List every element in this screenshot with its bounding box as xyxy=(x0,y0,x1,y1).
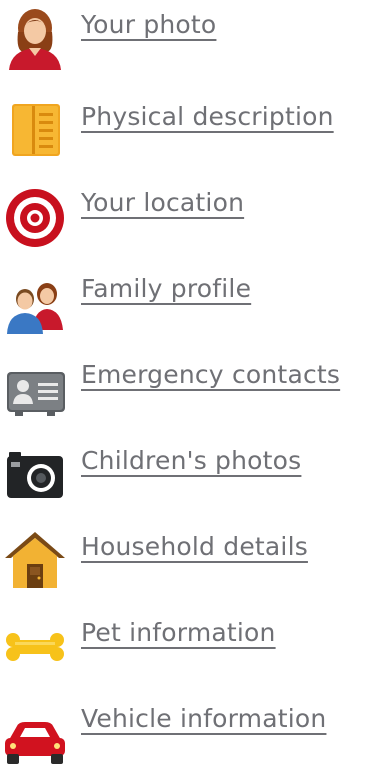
menu-item-label[interactable]: Children's photos xyxy=(81,446,301,476)
menu-item-emergency-contacts[interactable]: Emergency contacts xyxy=(0,344,388,416)
woman-avatar-icon xyxy=(3,6,67,70)
house-icon xyxy=(3,528,67,592)
profile-menu: Your photo Physical description Your loc… xyxy=(0,0,388,764)
target-icon xyxy=(3,186,67,250)
menu-item-label[interactable]: Your location xyxy=(81,188,244,218)
menu-item-your-photo[interactable]: Your photo xyxy=(0,0,388,70)
family-icon xyxy=(3,272,67,336)
menu-item-pet-information[interactable]: Pet information xyxy=(0,602,388,672)
menu-item-label[interactable]: Pet information xyxy=(81,618,276,648)
menu-item-label[interactable]: Vehicle information xyxy=(81,704,326,734)
menu-item-label[interactable]: Your photo xyxy=(81,10,216,40)
menu-item-physical-description[interactable]: Physical description xyxy=(0,86,388,156)
menu-item-your-location[interactable]: Your location xyxy=(0,172,388,247)
contact-card-icon xyxy=(3,356,67,420)
bone-icon xyxy=(3,614,67,678)
notepad-icon xyxy=(3,96,67,160)
menu-item-label[interactable]: Family profile xyxy=(81,274,251,304)
menu-item-family-profile[interactable]: Family profile xyxy=(0,258,388,334)
menu-item-label[interactable]: Physical description xyxy=(81,102,334,132)
menu-item-label[interactable]: Household details xyxy=(81,532,308,562)
menu-item-label[interactable]: Emergency contacts xyxy=(81,360,340,390)
menu-item-vehicle-information[interactable]: Vehicle information xyxy=(0,688,388,764)
car-icon xyxy=(3,704,67,768)
menu-item-household-details[interactable]: Household details xyxy=(0,516,388,588)
menu-item-childrens-photos[interactable]: Children's photos xyxy=(0,430,388,500)
camera-icon xyxy=(3,442,67,506)
